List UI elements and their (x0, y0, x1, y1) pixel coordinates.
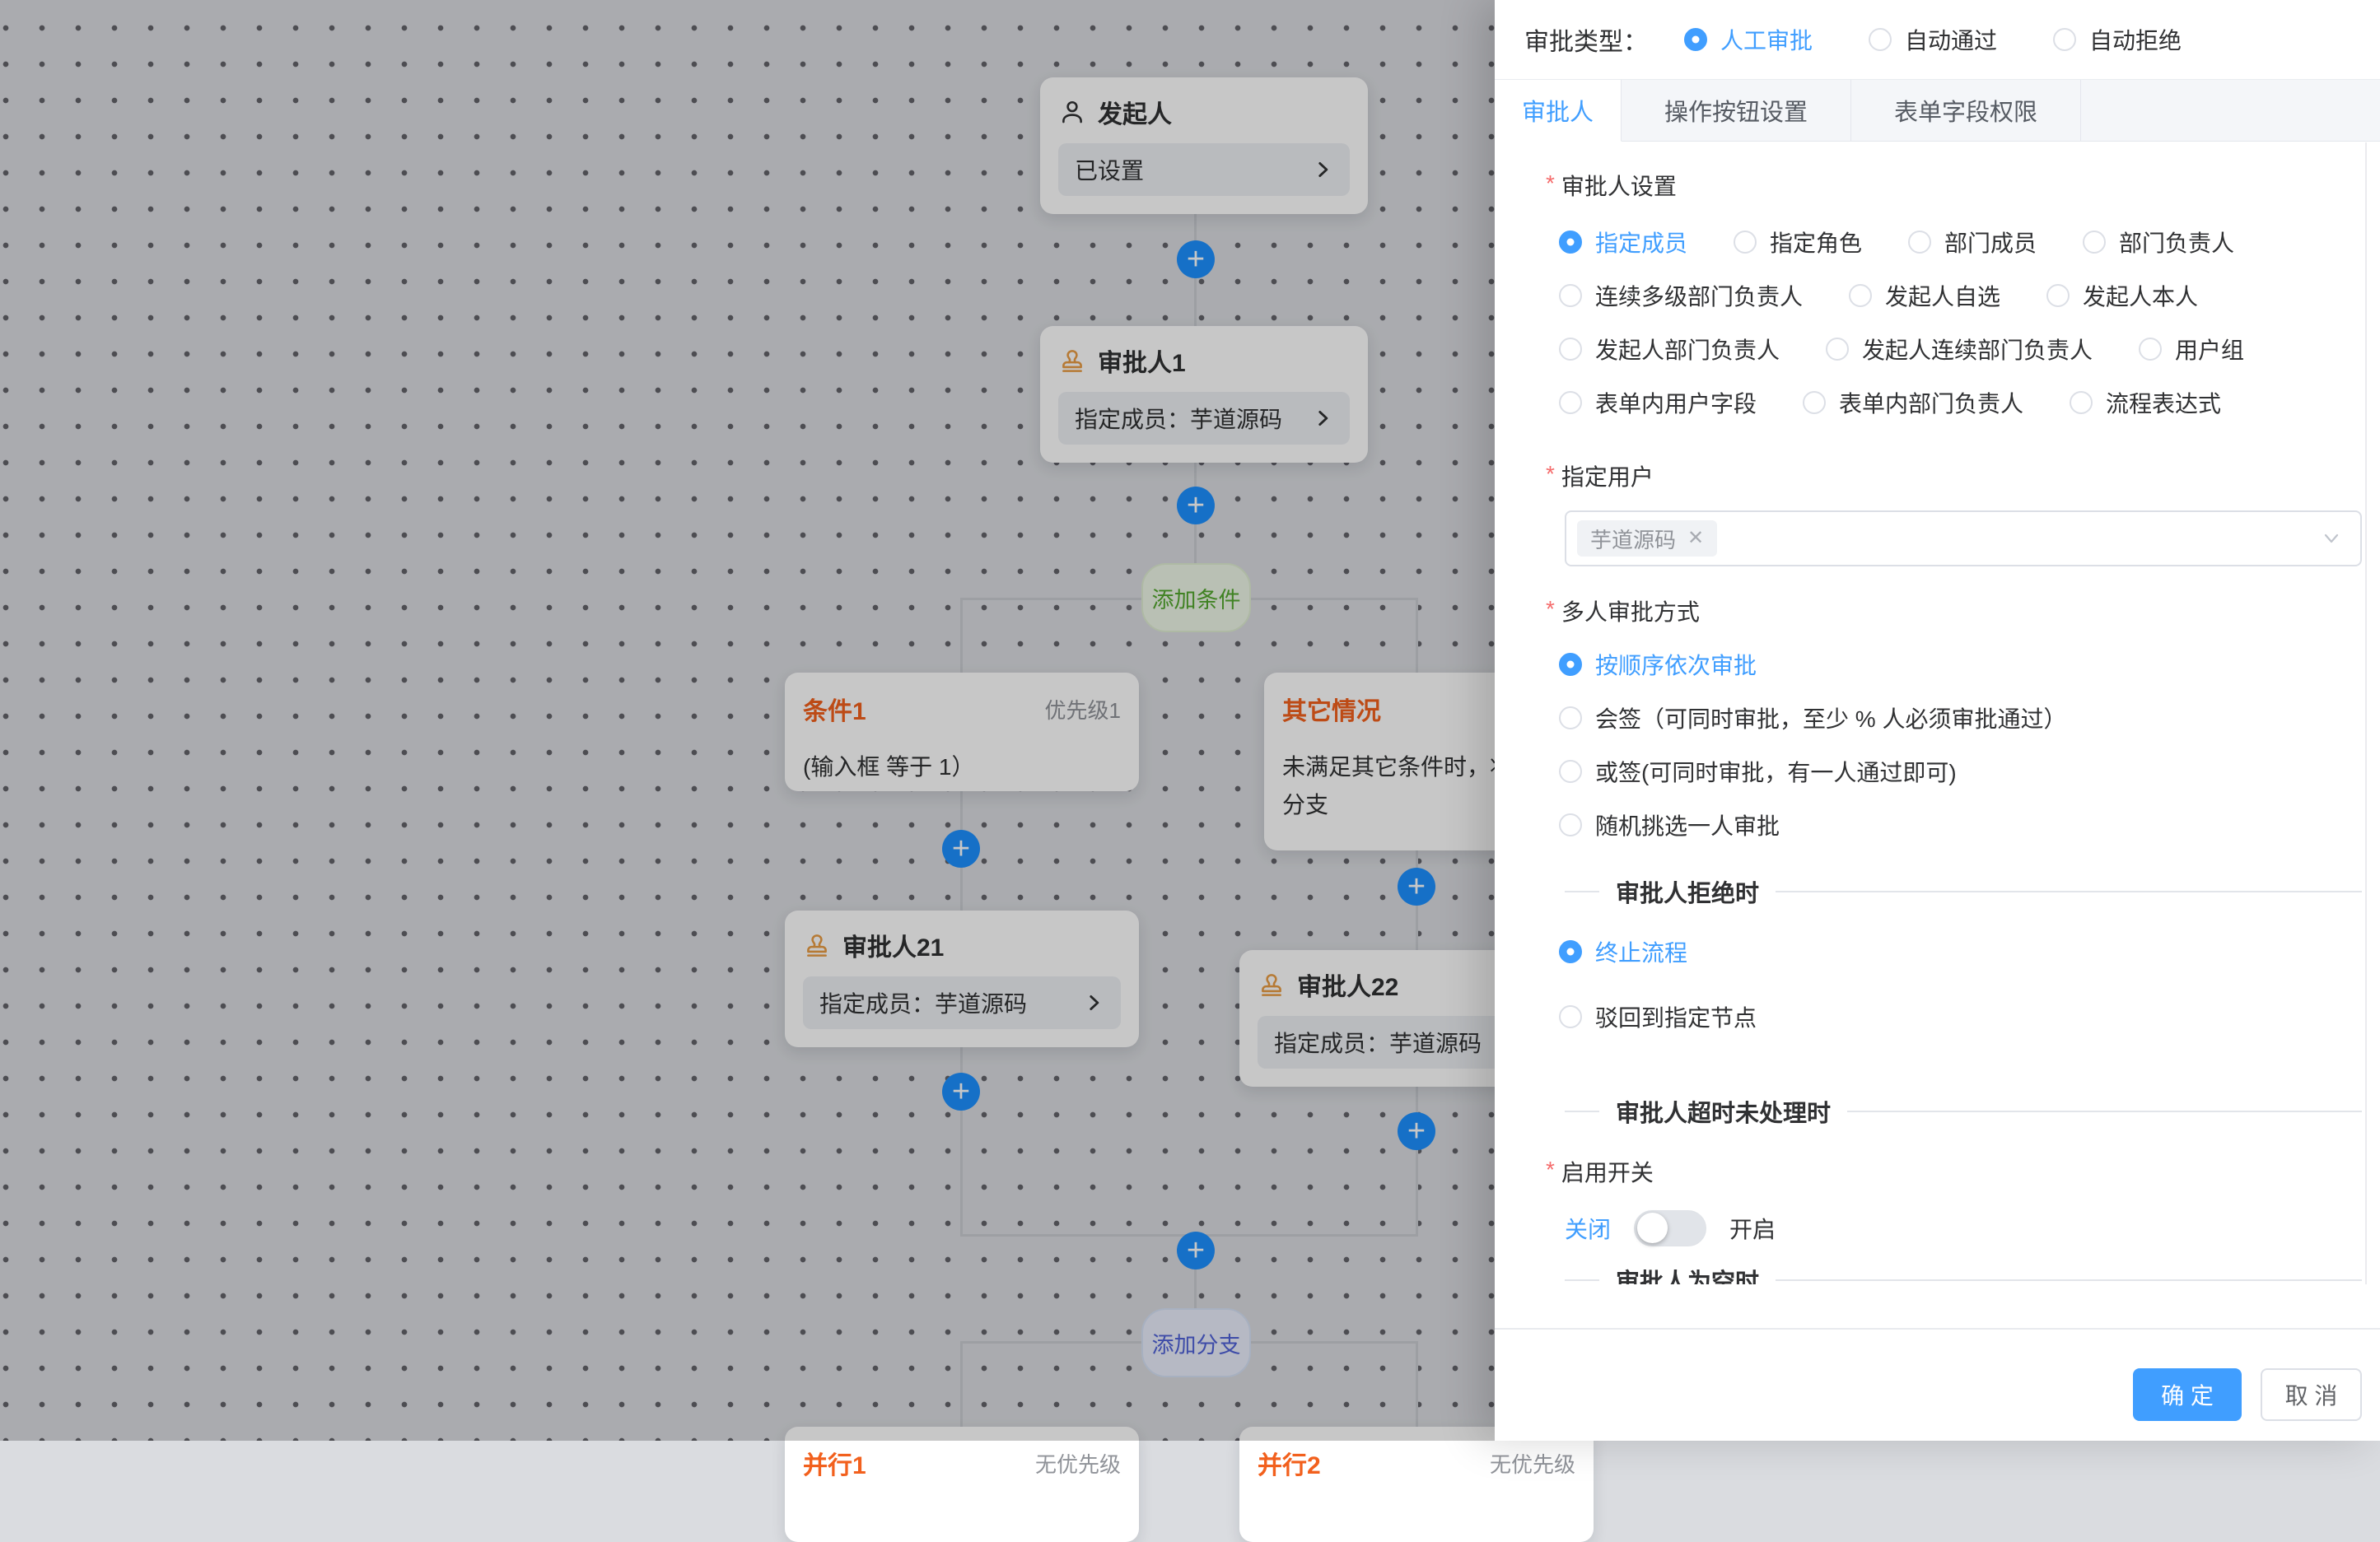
node-title: 并行1 (803, 1445, 866, 1481)
assign-user-select[interactable]: 芋道源码 ✕ (1565, 510, 2362, 566)
radio-form-user-field[interactable]: 表单内用户字段 (1559, 386, 1757, 419)
multi-approve-label: * 多人审批方式 (1546, 594, 1700, 627)
radio-specified-member[interactable]: 指定成员 (1559, 226, 1687, 259)
radio-process-expression[interactable]: 流程表达式 (2070, 386, 2221, 419)
enable-switch-label: * 启用开关 (1546, 1155, 1654, 1188)
multi-approve-row: 会签（可同时审批，至少 % 人必须审批通过） (1559, 704, 2066, 732)
radio-manual-approval[interactable]: 人工审批 (1684, 23, 1813, 56)
enable-switch-row: 关闭 开启 (1565, 1210, 1776, 1246)
radio-form-dept-leader[interactable]: 表单内部门负责人 (1803, 386, 2023, 419)
enable-toggle[interactable] (1634, 1210, 1706, 1246)
toggle-knob (1637, 1213, 1668, 1243)
approver-setting-label: * 审批人设置 (1546, 169, 1677, 202)
reject-option-row: 驳回到指定节点 (1559, 1003, 1757, 1031)
approval-type-row: 审批类型： 人工审批 自动通过 自动拒绝 (1524, 0, 2238, 79)
selected-user-tag: 芋道源码 ✕ (1577, 520, 1717, 557)
radio-circle-icon (1559, 338, 1582, 361)
radio-initiator-consecutive-dept-leader[interactable]: 发起人连续部门负责人 (1826, 333, 2093, 366)
timeout-divider: 审批人超时未处理时 (1565, 1097, 2362, 1125)
multi-approve-row: 按顺序依次审批 (1559, 650, 1757, 678)
radio-circle-icon (1826, 338, 1849, 361)
approver-setting-row1: 指定成员 指定角色 部门成员 部门负责人 (1559, 228, 2234, 256)
radio-or-sign[interactable]: 或签(可同时审批，有一人通过即可) (1559, 755, 1957, 788)
multi-approve-row: 或签(可同时审批，有一人通过即可) (1559, 757, 1957, 785)
tab-approver[interactable]: 审批人 (1495, 80, 1622, 142)
radio-return-to-node[interactable]: 驳回到指定节点 (1559, 1000, 1757, 1033)
radio-circle-icon (1803, 391, 1826, 414)
radio-circle-icon (1559, 391, 1582, 414)
required-asterisk: * (1546, 598, 1555, 621)
radio-circle-icon (1559, 1005, 1582, 1028)
radio-user-group[interactable]: 用户组 (2139, 333, 2244, 366)
radio-circle-icon (1559, 940, 1582, 963)
radio-circle-icon (1559, 760, 1582, 783)
switch-on-label: 开启 (1729, 1212, 1776, 1245)
node-parallel2[interactable]: 并行2 无优先级 (1239, 1427, 1594, 1542)
drawer-footer: 确 定 取 消 (1495, 1328, 2380, 1441)
radio-initiator-dept-leader[interactable]: 发起人部门负责人 (1559, 333, 1780, 366)
approver-setting-row4: 表单内用户字段 表单内部门负责人 流程表达式 (1559, 389, 2221, 417)
radio-initiator-self[interactable]: 发起人本人 (2046, 279, 2198, 312)
radio-circle-icon (1908, 231, 1931, 254)
approver-setting-row3: 发起人部门负责人 发起人连续部门负责人 用户组 (1559, 335, 2244, 363)
empty-approver-divider: 审批人为空时 (1565, 1266, 2362, 1284)
radio-countersign[interactable]: 会签（可同时审批，至少 % 人必须审批通过） (1559, 701, 2066, 734)
radio-sequential-approve[interactable]: 按顺序依次审批 (1559, 648, 1757, 681)
required-asterisk: * (1546, 1158, 1555, 1181)
tag-close-icon[interactable]: ✕ (1687, 529, 1704, 548)
tab-form-field-permissions[interactable]: 表单字段权限 (1851, 80, 2081, 141)
radio-circle-icon (2046, 284, 2070, 307)
radio-circle-icon (1559, 653, 1582, 676)
empty-approver-divider-title: 审批人为空时 (1616, 1263, 1759, 1284)
radio-circle-icon (1559, 284, 1582, 307)
radio-circle-icon (1559, 813, 1582, 836)
timeout-divider-title: 审批人超时未处理时 (1616, 1094, 1831, 1129)
radio-circle-icon (2070, 391, 2093, 414)
radio-circle-icon (1869, 28, 1892, 51)
priority-label: 无优先级 (1035, 1448, 1121, 1479)
radio-circle-icon (1849, 284, 1872, 307)
panel-scrollbar-track[interactable] (2365, 142, 2367, 1284)
radio-circle-icon (1684, 28, 1707, 51)
approver-setting-row2: 连续多级部门负责人 发起人自选 发起人本人 (1559, 282, 2198, 310)
radio-auto-approve[interactable]: 自动通过 (1869, 23, 1997, 56)
node-parallel1[interactable]: 并行1 无优先级 (785, 1427, 1139, 1542)
required-asterisk: * (1546, 172, 1555, 195)
confirm-button[interactable]: 确 定 (2133, 1368, 2242, 1421)
reject-option-row: 终止流程 (1559, 938, 1687, 966)
radio-circle-icon (1559, 231, 1582, 254)
required-asterisk: * (1546, 463, 1555, 486)
reject-divider-title: 审批人拒绝时 (1616, 874, 1759, 909)
settings-tabs: 审批人 操作按钮设置 表单字段权限 (1495, 79, 2380, 142)
reject-divider: 审批人拒绝时 (1565, 878, 2362, 906)
radio-circle-icon (2139, 338, 2162, 361)
radio-circle-icon (2083, 231, 2106, 254)
node-title: 并行2 (1258, 1445, 1321, 1481)
priority-label: 无优先级 (1490, 1448, 1575, 1479)
tab-action-buttons[interactable]: 操作按钮设置 (1622, 80, 1851, 141)
radio-dept-leader[interactable]: 部门负责人 (2083, 226, 2234, 259)
settings-content: * 审批人设置 指定成员 指定角色 部门成员 部门负责人 连续多级部门负责人 发… (1495, 142, 2380, 1284)
radio-circle-icon (1559, 706, 1582, 729)
approval-type-label: 审批类型： (1524, 21, 1648, 58)
assign-user-label: * 指定用户 (1546, 459, 1654, 492)
radio-multi-level-dept-leader[interactable]: 连续多级部门负责人 (1559, 279, 1803, 312)
radio-circle-icon (2053, 28, 2076, 51)
approver-settings-drawer: 审批类型： 人工审批 自动通过 自动拒绝 审批人 操作按钮设置 表单字段权限 *… (1495, 0, 2380, 1441)
radio-dept-member[interactable]: 部门成员 (1908, 226, 2037, 259)
radio-auto-reject[interactable]: 自动拒绝 (2053, 23, 2182, 56)
multi-approve-row: 随机挑选一人审批 (1559, 811, 1780, 839)
radio-initiator-choose[interactable]: 发起人自选 (1849, 279, 2000, 312)
radio-circle-icon (1734, 231, 1757, 254)
radio-random-one[interactable]: 随机挑选一人审批 (1559, 808, 1780, 841)
radio-specified-role[interactable]: 指定角色 (1734, 226, 1862, 259)
switch-off-label: 关闭 (1565, 1212, 1611, 1245)
radio-terminate-process[interactable]: 终止流程 (1559, 935, 1687, 968)
chevron-down-icon (2319, 526, 2344, 551)
cancel-button[interactable]: 取 消 (2261, 1368, 2362, 1421)
